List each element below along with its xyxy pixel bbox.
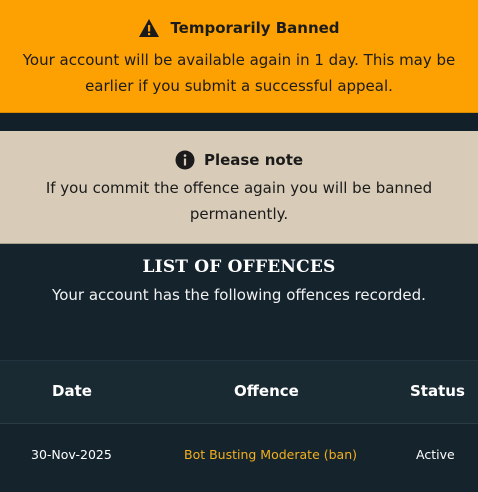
note-box: Please note If you commit the offence ag… (0, 131, 478, 244)
table-header: Date Offence Status (0, 360, 478, 424)
offence-status: Active (416, 447, 455, 462)
column-header-offence: Offence (234, 382, 299, 400)
divider-band (0, 113, 478, 131)
info-icon (175, 150, 195, 170)
note-title-row: Please note (0, 150, 478, 170)
column-header-status: Status (410, 382, 465, 400)
ban-title: Temporarily Banned (170, 19, 340, 37)
offence-name: Bot Busting Moderate (ban) (184, 447, 358, 462)
ban-banner: Temporarily Banned Your account will be … (0, 0, 478, 113)
offences-table: Date Offence Status 30-Nov-2025 Bot Bust… (0, 360, 478, 490)
offences-heading: LIST OF OFFENCES (142, 257, 336, 277)
offence-date: 30-Nov-2025 (31, 447, 112, 462)
table-row: 30-Nov-2025 Bot Busting Moderate (ban) A… (0, 424, 478, 490)
ban-title-row: Temporarily Banned (0, 18, 478, 38)
ban-message: Your account will be available again in … (22, 51, 456, 95)
ban-page: Temporarily Banned Your account will be … (0, 0, 478, 492)
offences-subtitle: Your account has the following offences … (52, 286, 426, 304)
note-title: Please note (203, 151, 304, 169)
column-header-date: Date (52, 382, 92, 400)
warning-icon (139, 19, 160, 37)
note-message: If you commit the offence again you will… (45, 179, 433, 223)
